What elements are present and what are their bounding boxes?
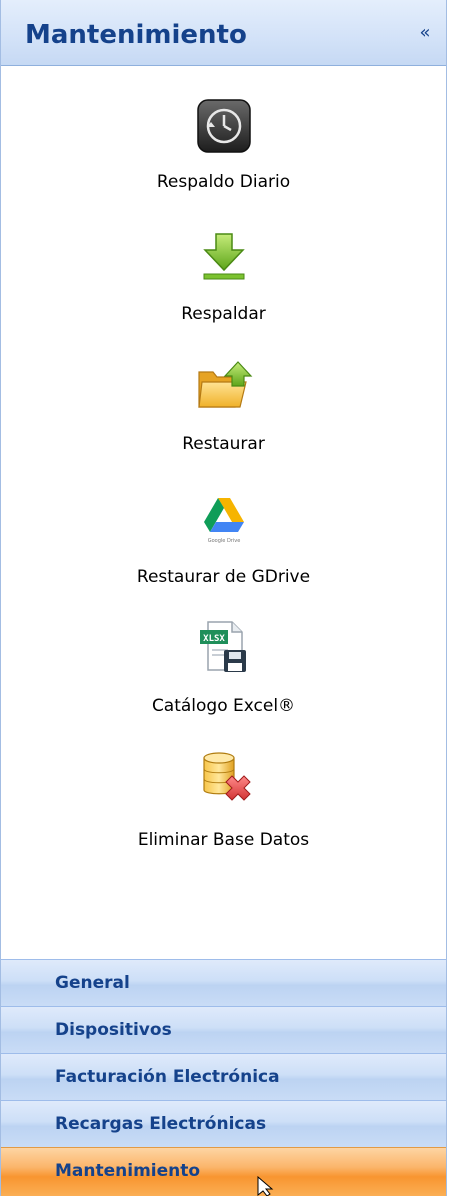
action-label: Respaldo Diario bbox=[156, 172, 291, 192]
database-delete-icon bbox=[202, 752, 251, 801]
mouse-pointer-icon bbox=[257, 1176, 274, 1196]
action-label: Eliminar Base Datos bbox=[137, 830, 310, 850]
clock-backup-icon bbox=[196, 99, 251, 153]
action-label: Restaurar bbox=[182, 434, 265, 454]
action-catalogo-excel[interactable]: XLSX Catálogo Excel® bbox=[1, 616, 446, 726]
action-label: Respaldar bbox=[181, 304, 266, 324]
collapse-panel-button[interactable]: « bbox=[414, 24, 436, 42]
action-label: Catálogo Excel® bbox=[151, 696, 296, 716]
xlsx-caption: XLSX bbox=[203, 634, 225, 644]
nav-general[interactable]: General bbox=[1, 959, 446, 1006]
google-drive-icon: Google Drive bbox=[203, 498, 244, 544]
download-arrow-icon bbox=[202, 233, 245, 280]
nav-dispositivos[interactable]: Dispositivos bbox=[1, 1006, 446, 1053]
nav-label: Mantenimiento bbox=[55, 1161, 201, 1181]
nav-facturacion-electronica[interactable]: Facturación Electrónica bbox=[1, 1053, 446, 1100]
nav-recargas-electronicas[interactable]: Recargas Electrónicas bbox=[1, 1100, 446, 1147]
action-label: Restaurar de GDrive bbox=[136, 567, 311, 587]
action-respaldar[interactable]: Respaldar bbox=[1, 226, 446, 336]
nav-label: General bbox=[55, 973, 130, 993]
action-respaldo-diario[interactable]: Respaldo Diario bbox=[1, 96, 446, 206]
nav-mantenimiento[interactable]: Mantenimiento bbox=[1, 1147, 446, 1196]
gdrive-caption: Google Drive bbox=[207, 538, 240, 544]
action-restaurar-gdrive[interactable]: Google Drive Restaurar de GDrive bbox=[1, 486, 446, 596]
nav-label: Dispositivos bbox=[55, 1020, 172, 1040]
action-eliminar-base-datos[interactable]: Eliminar Base Datos bbox=[1, 746, 446, 856]
nav-label: Facturación Electrónica bbox=[55, 1067, 280, 1087]
panel-header: Mantenimiento « bbox=[1, 0, 446, 66]
panel-title: Mantenimiento bbox=[25, 20, 247, 50]
navigation-panel: Mantenimiento « Respaldo Diario Respalda… bbox=[0, 0, 447, 1196]
xlsx-save-icon: XLSX bbox=[199, 621, 246, 672]
folder-upload-icon bbox=[197, 361, 252, 408]
nav-label: Recargas Electrónicas bbox=[55, 1114, 267, 1134]
action-restaurar[interactable]: Restaurar bbox=[1, 356, 446, 466]
